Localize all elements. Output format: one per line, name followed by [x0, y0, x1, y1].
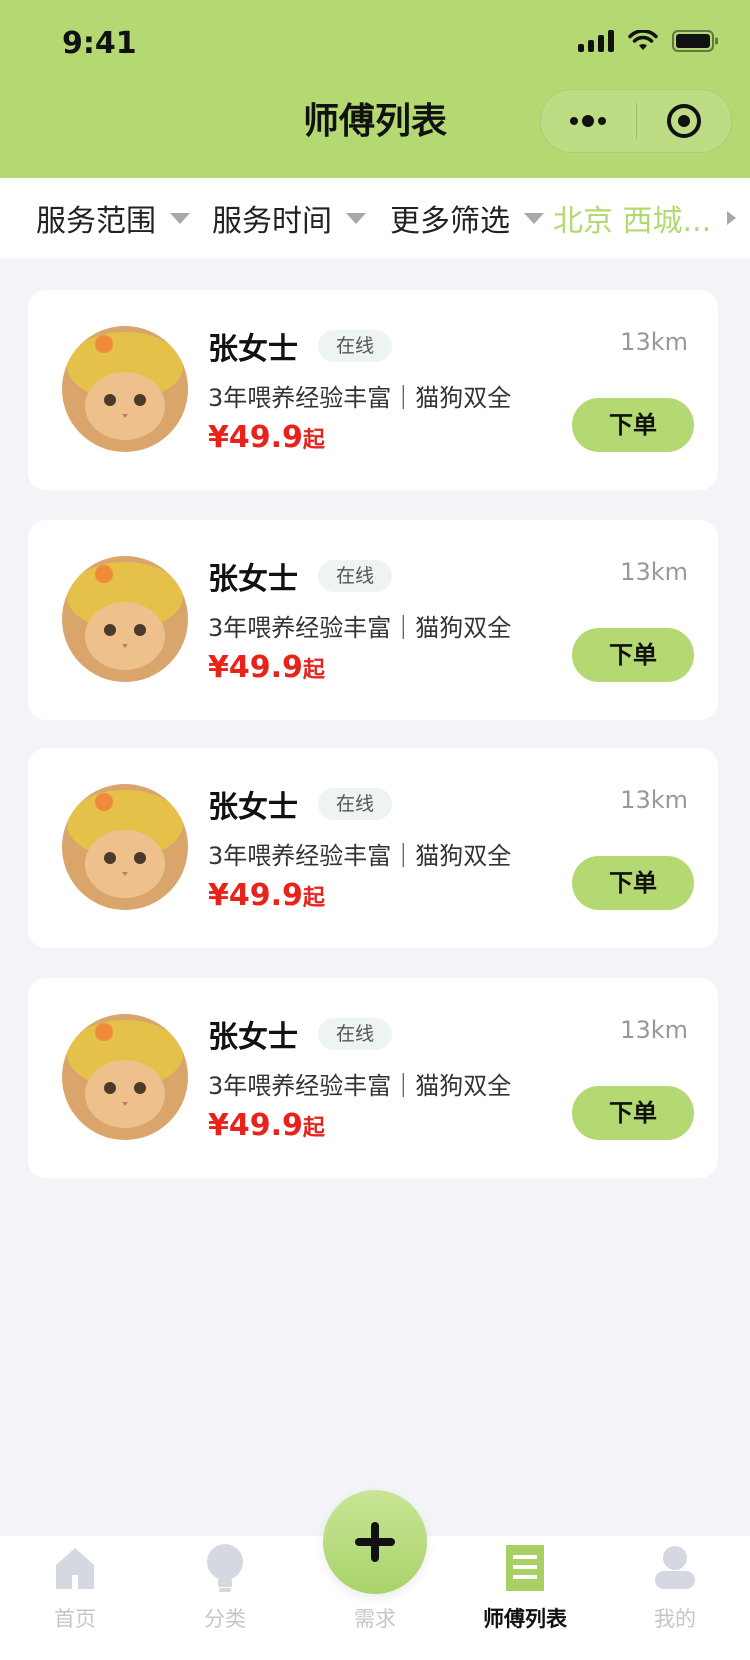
price: ¥49.9起 — [208, 650, 325, 685]
provider-name: 张女士 — [208, 790, 298, 825]
distance: 13km — [620, 1016, 688, 1044]
provider-description: 3年喂养经验丰富｜猫狗双全 — [208, 842, 512, 870]
status-badge: 在线 — [318, 330, 392, 362]
provider-description: 3年喂养经验丰富｜猫狗双全 — [208, 1072, 512, 1100]
tab-home[interactable]: 首页 — [0, 1543, 150, 1660]
price-value: ¥49.9 — [208, 878, 303, 913]
more-options-button[interactable] — [541, 90, 636, 152]
tab-category[interactable]: 分类 — [150, 1543, 300, 1660]
signal-icon — [578, 30, 614, 52]
price-suffix: 起 — [302, 1116, 325, 1141]
provider-card[interactable]: 张女士 在线 13km 3年喂养经验丰富｜猫狗双全 ¥49.9起 下单 — [28, 978, 718, 1178]
dropdown-arrow-icon — [524, 212, 544, 224]
avatar — [62, 784, 188, 910]
tab-mine[interactable]: 我的 — [600, 1543, 750, 1660]
provider-description: 3年喂养经验丰富｜猫狗双全 — [208, 384, 512, 412]
status-badge: 在线 — [318, 1018, 392, 1050]
price-value: ¥49.9 — [208, 1108, 303, 1143]
target-icon — [666, 104, 701, 138]
filter-more-label: 更多筛选 — [390, 204, 510, 239]
avatar — [62, 1014, 188, 1140]
price: ¥49.9起 — [208, 878, 325, 913]
status-icons — [578, 30, 718, 52]
dropdown-arrow-icon — [170, 212, 190, 224]
status-time: 9:41 — [62, 26, 137, 61]
filter-service-range-label: 服务范围 — [36, 204, 156, 239]
tab-demand-label: 需求 — [354, 1607, 396, 1631]
tab-category-label: 分类 — [204, 1607, 246, 1631]
filter-service-time[interactable]: 服务时间 — [212, 178, 366, 258]
dropdown-arrow-icon — [346, 212, 366, 224]
filter-service-range[interactable]: 服务范围 — [36, 178, 190, 258]
filter-bar: 服务范围 服务时间 更多筛选 北京 西城... — [0, 178, 750, 258]
filter-service-time-label: 服务时间 — [212, 204, 332, 239]
distance: 13km — [620, 558, 688, 586]
filter-location-label: 北京 西城... — [553, 204, 712, 239]
avatar — [62, 556, 188, 682]
order-button[interactable]: 下单 — [572, 1086, 694, 1140]
battery-icon — [672, 30, 718, 52]
provider-card[interactable]: 张女士 在线 13km 3年喂养经验丰富｜猫狗双全 ¥49.9起 下单 — [28, 520, 718, 720]
order-button[interactable]: 下单 — [572, 856, 694, 910]
top-bar: 9:41 师傅列表 — [0, 0, 750, 178]
provider-name: 张女士 — [208, 332, 298, 367]
order-button[interactable]: 下单 — [572, 628, 694, 682]
filter-more[interactable]: 更多筛选 — [390, 178, 544, 258]
add-demand-button[interactable] — [323, 1490, 427, 1594]
provider-card[interactable]: 张女士 在线 13km 3年喂养经验丰富｜猫狗双全 ¥49.9起 下单 — [28, 748, 718, 948]
status-badge: 在线 — [318, 560, 392, 592]
price-suffix: 起 — [302, 658, 325, 683]
mini-program-capsule — [540, 89, 732, 153]
provider-description: 3年喂养经验丰富｜猫狗双全 — [208, 614, 512, 642]
price-value: ¥49.9 — [208, 420, 303, 455]
tab-mine-label: 我的 — [654, 1607, 696, 1631]
distance: 13km — [620, 786, 688, 814]
home-icon — [56, 1548, 94, 1589]
tab-master-list[interactable]: 师傅列表 — [450, 1543, 600, 1660]
price: ¥49.9起 — [208, 1108, 325, 1143]
tab-home-label: 首页 — [54, 1607, 96, 1631]
price-suffix: 起 — [302, 428, 325, 453]
more-dots-icon — [570, 115, 607, 127]
wifi-icon — [628, 30, 658, 50]
avatar — [62, 326, 188, 452]
list-icon — [506, 1545, 544, 1591]
price-value: ¥49.9 — [208, 650, 303, 685]
tab-master-list-label: 师傅列表 — [483, 1607, 567, 1631]
chevron-right-icon — [727, 211, 737, 225]
lightbulb-icon — [207, 1544, 243, 1592]
price: ¥49.9起 — [208, 420, 325, 455]
status-badge: 在线 — [318, 788, 392, 820]
provider-name: 张女士 — [208, 562, 298, 597]
distance: 13km — [620, 328, 688, 356]
price-suffix: 起 — [302, 886, 325, 911]
provider-card[interactable]: 张女士 在线 13km 3年喂养经验丰富｜猫狗双全 ¥49.9起 下单 — [28, 290, 718, 490]
filter-location[interactable]: 北京 西城... — [553, 178, 737, 258]
provider-name: 张女士 — [208, 1020, 298, 1055]
profile-icon — [655, 1546, 695, 1589]
close-mini-program-button[interactable] — [637, 90, 732, 152]
order-button[interactable]: 下单 — [572, 398, 694, 452]
